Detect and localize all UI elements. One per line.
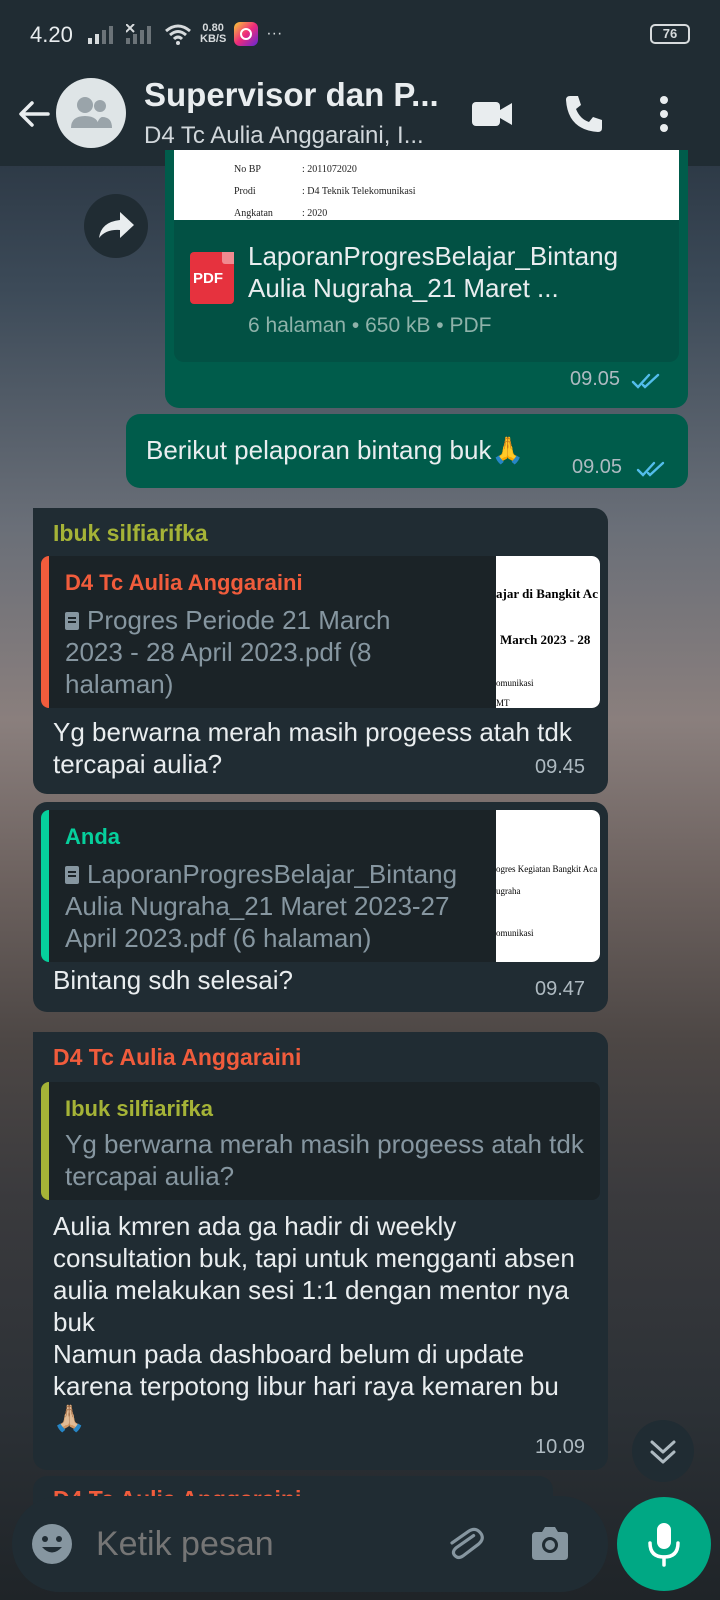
- thumbnail-text: ajar di Bangkit Ac: [496, 586, 598, 601]
- message-input[interactable]: [96, 1518, 426, 1570]
- message-text: Aulia kmren ada ga hadir di weekly consu…: [53, 1211, 575, 1433]
- thumbnail-text: MT: [496, 698, 510, 708]
- status-time: 4.20: [30, 22, 73, 47]
- quote-thumbnail: ogres Kegiatan Bangkit Aca ugraha omunik…: [496, 810, 600, 962]
- quoted-message[interactable]: D4 Tc Aulia Anggaraini Progres Periode 2…: [41, 556, 600, 708]
- sender-name: Ibuk silfiarifka: [53, 520, 208, 546]
- status-bar: 4.20 0.80 KB/S ··· 76: [0, 0, 720, 72]
- outgoing-document-message[interactable]: No BP : 2011072020 Prodi : D4 Teknik Tel…: [165, 150, 688, 408]
- message-text: Yg berwarna merah masih progeess atah td…: [53, 717, 572, 779]
- scroll-down-button[interactable]: [632, 1420, 694, 1482]
- group-avatar[interactable]: [56, 78, 126, 148]
- group-avatar-icon: [71, 97, 112, 128]
- preview-line: Prodi: [234, 186, 256, 197]
- quoted-message[interactable]: Ibuk silfiarifka Yg berwarna merah masih…: [41, 1082, 600, 1200]
- emoji-icon[interactable]: [30, 1522, 74, 1566]
- thumbnail-text: March 2023 - 28: [500, 632, 591, 647]
- file-name: LaporanProgresBelajar_Bintang Aulia Nugr…: [248, 241, 619, 303]
- double-check-icon: [631, 373, 660, 389]
- quote-text: Yg berwarna merah masih progeess atah td…: [65, 1129, 584, 1191]
- more-notifications: ···: [266, 25, 283, 42]
- preview-line: Angkatan: [234, 208, 273, 219]
- attach-icon[interactable]: [440, 1520, 488, 1568]
- message-time: 09.45: [535, 756, 586, 778]
- sender-name: D4 Tc Aulia Anggaraini: [53, 1044, 302, 1070]
- message-time: 10.09: [535, 1436, 586, 1458]
- incoming-reply-message[interactable]: Ibuk silfiarifka D4 Tc Aulia Anggaraini …: [33, 508, 608, 794]
- outgoing-text-message[interactable]: Berikut pelaporan bintang buk🙏 09.05: [126, 414, 688, 488]
- message-time: 09.05: [572, 456, 623, 478]
- thumbnail-text: ugraha: [496, 886, 521, 896]
- document-icon: [65, 612, 79, 630]
- back-arrow-icon[interactable]: [14, 94, 54, 134]
- net-speed: 0.80 KB/S: [200, 23, 226, 45]
- camera-icon[interactable]: [526, 1520, 574, 1568]
- battery-indicator: 76: [650, 24, 690, 44]
- more-vert-icon[interactable]: [640, 90, 688, 138]
- quote-author: Ibuk silfiarifka: [65, 1096, 213, 1121]
- preview-line-value: : 2020: [302, 208, 328, 219]
- quote-bar: [41, 1082, 49, 1200]
- preview-line: No BP: [234, 164, 261, 175]
- quote-text: Progres Periode 21 March 2023 - 28 April…: [65, 605, 391, 699]
- phone-icon[interactable]: [560, 90, 608, 138]
- chat-participants[interactable]: D4 Tc Aulia Anggaraini, I...: [144, 122, 424, 150]
- thumbnail-text: omunikasi: [496, 678, 534, 688]
- instagram-icon: [234, 22, 259, 46]
- signal-icon: [88, 26, 113, 44]
- document-info[interactable]: PDF LaporanProgresBelajar_Bintang Aulia …: [174, 220, 679, 362]
- quote-thumbnail: ajar di Bangkit Ac March 2023 - 28 omuni…: [496, 556, 600, 708]
- pdf-badge: PDF: [193, 270, 223, 287]
- net-speed-unit: KB/S: [200, 33, 227, 45]
- mic-icon: [648, 1523, 680, 1567]
- status-icons: 0.80 KB/S ···: [88, 22, 282, 46]
- thumbnail-text: ogres Kegiatan Bangkit Aca: [496, 864, 598, 874]
- message-time: 09.47: [535, 978, 586, 1000]
- incoming-reply-message[interactable]: D4 Tc Aulia Anggaraini Ibuk silfiarifka …: [33, 1032, 608, 1470]
- quote-author: D4 Tc Aulia Anggaraini: [65, 570, 303, 595]
- video-call-icon[interactable]: [468, 90, 516, 138]
- forward-button[interactable]: [84, 194, 148, 258]
- message-text: Bintang sdh selesai?: [53, 965, 293, 995]
- quote-bar: [41, 556, 49, 708]
- document-preview[interactable]: No BP : 2011072020 Prodi : D4 Teknik Tel…: [174, 150, 679, 220]
- message-time: 09.05: [570, 368, 621, 390]
- double-check-icon: [636, 461, 665, 477]
- document-icon: [65, 866, 79, 884]
- quoted-message[interactable]: Anda LaporanProgresBelajar_Bintang Aulia…: [41, 810, 600, 962]
- forward-icon: [99, 212, 134, 238]
- preview-line-value: : D4 Teknik Telekomunikasi: [302, 186, 416, 197]
- signal-off-icon: [126, 24, 151, 44]
- scroll-down-icon: [650, 1440, 676, 1464]
- incoming-reply-message[interactable]: Anda LaporanProgresBelajar_Bintang Aulia…: [33, 802, 608, 1012]
- pdf-icon: PDF: [190, 252, 234, 304]
- wifi-icon: [165, 24, 191, 45]
- message-text: Berikut pelaporan bintang buk🙏: [146, 435, 524, 465]
- quote-text: LaporanProgresBelajar_Bintang Aulia Nugr…: [65, 859, 458, 953]
- thumbnail-text: omunikasi: [496, 928, 534, 938]
- quote-bar: [41, 810, 49, 962]
- voice-message-button[interactable]: [617, 1497, 711, 1591]
- message-composer: [12, 1496, 608, 1592]
- chat-title[interactable]: Supervisor dan P...: [144, 76, 439, 114]
- preview-line-value: : 2011072020: [302, 164, 357, 175]
- file-meta: 6 halaman • 650 kB • PDF: [248, 314, 492, 337]
- quote-author: Anda: [65, 824, 120, 849]
